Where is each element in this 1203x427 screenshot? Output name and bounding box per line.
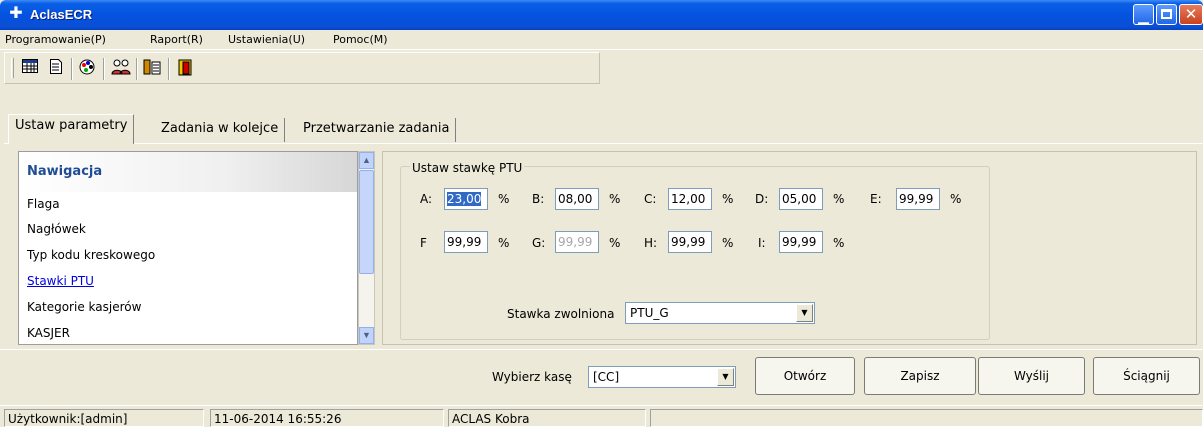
ptu-label-f: F [420,236,427,250]
ptu-label-c: C: [644,192,657,206]
scroll-down-icon[interactable]: ▼ [359,327,374,344]
menu-ustawienia[interactable]: Ustawienia(U) [228,33,305,46]
percent-label: % [722,236,734,250]
percent-label: % [833,236,845,250]
ptu-label-i: I: [758,236,766,250]
tab-ustaw-parametry[interactable]: Ustaw parametry [8,114,135,144]
ptu-field-f[interactable]: 99,99 [444,231,488,253]
toolbar-grip[interactable] [11,58,14,78]
nav-item-kategorie-kasjerow[interactable]: Kategorie kasjerów [27,300,141,314]
exempt-rate-select[interactable]: PTU_G ▼ [625,302,815,324]
tab-przetwarzanie-zadania[interactable]: Przetwarzanie zadania [297,118,457,142]
ptu-label-a: A: [420,192,433,206]
nav-item-naglowek[interactable]: Nagłówek [27,222,86,236]
document-icon[interactable] [47,59,65,77]
ptu-label-h: H: [644,236,658,250]
nav-scrollbar[interactable]: ▲ ▼ [358,151,375,345]
minimize-button[interactable]: ▁ [1133,4,1154,25]
nav-item-flaga[interactable]: Flaga [27,197,60,211]
title-bar: ✚ AclasECR ▁ ✕ [0,0,1203,30]
tab-zadania-w-kolejce[interactable]: Zadania w kolejce [155,118,286,142]
status-empty [650,409,1203,427]
maximize-icon [1157,5,1176,24]
nav-item-stawki-ptu[interactable]: Stawki PTU [27,274,94,288]
navigation-title: Nawigacja [27,164,103,179]
people-icon[interactable] [111,59,131,77]
percent-label: % [609,236,621,250]
percent-label: % [950,192,962,206]
ptu-field-h[interactable]: 99,99 [668,231,712,253]
maximize-button[interactable] [1156,4,1177,25]
percent-label: % [722,192,734,206]
open-button[interactable]: Otwórz [755,357,855,395]
minimize-icon: ▁ [1138,8,1149,24]
percent-label: % [498,236,510,250]
menu-bar: Programowanie(P) Raport(R) Ustawienia(U)… [0,30,1203,50]
ptu-label-d: D: [755,192,769,206]
ptu-field-d[interactable]: 05,00 [779,188,823,210]
menu-pomoc[interactable]: Pomoc(M) [333,33,388,46]
ptu-field-c[interactable]: 12,00 [668,188,712,210]
send-button[interactable]: Wyślij [978,357,1085,395]
ptu-group-title: Ustaw stawkę PTU [410,161,525,175]
chevron-down-icon[interactable]: ▼ [796,304,813,322]
app-plus-icon: ✚ [9,5,23,22]
window-title: AclasECR [30,7,93,22]
status-bar: Użytkownik:[admin] 11-06-2014 16:55:26 A… [0,405,1203,427]
scroll-up-icon[interactable]: ▲ [359,152,374,169]
navigation-list: Nawigacja Flaga Nagłówek Typ kodu kresko… [18,151,358,345]
close-button[interactable]: ✕ [1179,4,1203,25]
register-select[interactable]: [CC] ▼ [588,366,736,388]
palette-icon[interactable] [79,59,97,77]
download-button[interactable]: Ściągnij [1093,357,1200,395]
save-button[interactable]: Zapisz [864,357,976,395]
nav-item-kasjer[interactable]: KASJER [27,326,70,340]
exempt-rate-label: Stawka zwolniona [507,307,615,321]
ptu-label-e: E: [870,192,882,206]
exit-door-icon[interactable] [176,59,194,77]
ptu-field-e[interactable]: 99,99 [896,188,940,210]
database-icon[interactable] [143,59,161,77]
ptu-label-b: B: [532,192,545,206]
percent-label: % [833,192,845,206]
ptu-field-i[interactable]: 99,99 [779,231,823,253]
status-user: Użytkownik:[admin] [4,409,204,427]
toolbar [4,52,600,84]
ptu-field-b[interactable]: 08,00 [555,188,599,210]
menu-programowanie[interactable]: Programowanie(P) [5,33,106,46]
status-datetime: 11-06-2014 16:55:26 [210,409,444,427]
ptu-field-a[interactable]: 23,00 [444,188,488,210]
status-device: ACLAS Kobra [448,409,646,427]
close-icon: ✕ [1184,6,1198,23]
scroll-thumb[interactable] [359,170,374,274]
table-icon[interactable] [21,59,39,77]
menu-raport[interactable]: Raport(R) [150,33,203,46]
chevron-down-icon[interactable]: ▼ [717,368,734,386]
ptu-label-g: G: [532,236,546,250]
ptu-field-g: 99,99 [555,231,599,253]
percent-label: % [609,192,621,206]
percent-label: % [498,192,510,206]
select-register-label: Wybierz kasę [492,370,572,384]
nav-item-typ-kodu[interactable]: Typ kodu kreskowego [27,248,155,262]
